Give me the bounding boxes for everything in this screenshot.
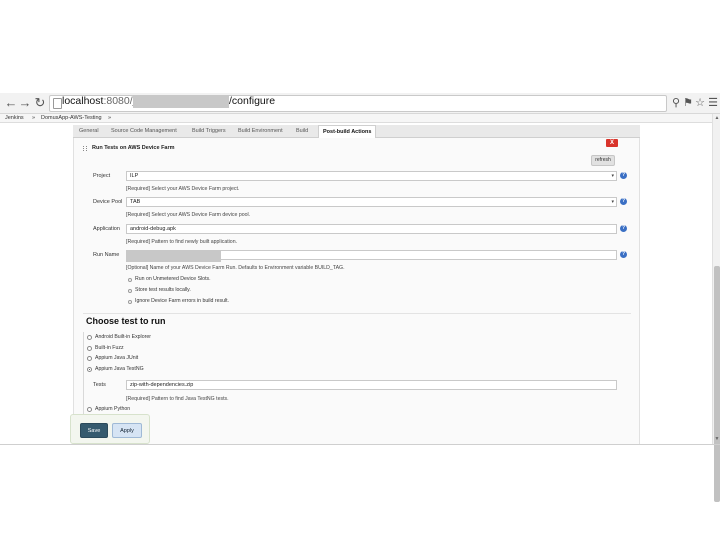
breadcrumb: Jenkins » DomusApp-AWS-Testing »: [0, 114, 720, 123]
scrollbar[interactable]: ▲ ▼: [712, 114, 720, 502]
redacted-run-name: [126, 250, 221, 262]
device-pool-label: Device Pool: [93, 199, 123, 205]
radio-appium-testng[interactable]: [87, 367, 92, 372]
forward-icon[interactable]: →: [18, 96, 32, 110]
help-icon[interactable]: ?: [620, 172, 627, 179]
store-results-checkbox[interactable]: [128, 289, 132, 293]
browser-toolbar: ← → ↻ localhost:8080/job/ /configure ⚲ ⚑…: [0, 93, 720, 114]
choose-test-heading: Choose test to run: [86, 316, 166, 326]
tests-input[interactable]: zip-with-dependencies.zip: [126, 380, 617, 390]
apply-button[interactable]: Apply: [112, 423, 142, 438]
drag-handle-icon[interactable]: [83, 146, 87, 151]
application-hint: [Required] Pattern to find newly built a…: [126, 239, 238, 245]
help-icon[interactable]: ?: [620, 251, 627, 258]
project-label: Project: [93, 173, 111, 179]
magnifier-icon[interactable]: ⚲: [670, 96, 682, 110]
breadcrumb-separator: »: [108, 115, 112, 121]
tests-label: Tests: [93, 382, 106, 388]
redacted-job-name: [133, 95, 229, 108]
application-input[interactable]: android-debug.apk: [126, 224, 617, 234]
radio-label: Android Built-in Explorer: [95, 334, 151, 340]
store-results-label: Store test results locally.: [135, 287, 191, 293]
radio-appium-junit[interactable]: [87, 356, 92, 361]
device-pool-select[interactable]: TAB ▾: [126, 197, 617, 207]
section-title: Run Tests on AWS Device Farm: [92, 145, 175, 151]
config-tab-strip: General Source Code Management Build Tri…: [73, 125, 640, 138]
divider: [0, 444, 720, 445]
run-name-label: Run Name: [93, 252, 120, 258]
breadcrumb-item-jenkins[interactable]: Jenkins: [5, 114, 24, 123]
scroll-up-icon[interactable]: ▲: [714, 115, 720, 121]
run-name-hint: [Optional] Name of your AWS Device Farm …: [126, 265, 345, 271]
chevron-down-icon: ▾: [611, 173, 614, 179]
ignore-errors-label: Ignore Device Farm errors in build resul…: [135, 298, 229, 304]
save-button[interactable]: Save: [80, 423, 108, 438]
url-suffix: /configure: [229, 95, 276, 107]
chevron-down-icon: ▾: [611, 199, 614, 205]
radio-android-explorer[interactable]: [87, 335, 92, 340]
unmetered-checkbox[interactable]: [128, 278, 132, 282]
project-value: ILP: [130, 173, 139, 179]
ignore-errors-checkbox[interactable]: [128, 300, 132, 304]
star-icon[interactable]: ☆: [694, 96, 706, 110]
reload-icon[interactable]: ↻: [33, 96, 47, 110]
page-icon: [53, 98, 62, 109]
unmetered-label: Run on Unmetered Device Slots.: [135, 276, 211, 282]
help-icon[interactable]: ?: [620, 225, 627, 232]
scrollbar-thumb[interactable]: [714, 266, 720, 502]
project-select[interactable]: ILP ▾: [126, 171, 617, 181]
breadcrumb-item-job[interactable]: DomusApp-AWS-Testing: [41, 114, 102, 123]
divider: [83, 313, 631, 314]
radio-label: Appium Java JUnit: [95, 355, 139, 361]
close-icon[interactable]: X: [606, 139, 618, 147]
tab-build[interactable]: Build: [296, 125, 308, 138]
radio-label: Built-in Fuzz: [95, 345, 124, 351]
device-pool-hint: [Required] Select your AWS Device Farm d…: [126, 212, 251, 218]
radio-label: Appium Java TestNG: [95, 366, 144, 372]
breadcrumb-separator: »: [32, 115, 36, 121]
scroll-down-icon[interactable]: ▼: [714, 436, 720, 442]
device-pool-value: TAB: [130, 199, 141, 205]
tests-hint: [Required] Pattern to find Java TestNG t…: [126, 396, 229, 402]
key-icon[interactable]: ⚑: [682, 96, 694, 110]
application-label: Application: [93, 226, 120, 232]
tab-build-environment[interactable]: Build Environment: [238, 125, 283, 138]
tab-post-build-actions[interactable]: Post-build Actions: [318, 125, 377, 138]
tab-build-triggers[interactable]: Build Triggers: [192, 125, 226, 138]
back-icon[interactable]: ←: [4, 96, 18, 110]
project-hint: [Required] Select your AWS Device Farm p…: [126, 186, 240, 192]
tab-source-code-management[interactable]: Source Code Management: [111, 125, 177, 138]
radio-builtin-fuzz[interactable]: [87, 346, 92, 351]
help-icon[interactable]: ?: [620, 198, 627, 205]
tab-general[interactable]: General: [79, 125, 99, 138]
hamburger-icon[interactable]: ☰: [707, 96, 719, 110]
radio-label: Appium Python: [95, 406, 131, 412]
radio-appium-python[interactable]: [87, 407, 92, 412]
refresh-button[interactable]: refresh: [591, 155, 615, 166]
